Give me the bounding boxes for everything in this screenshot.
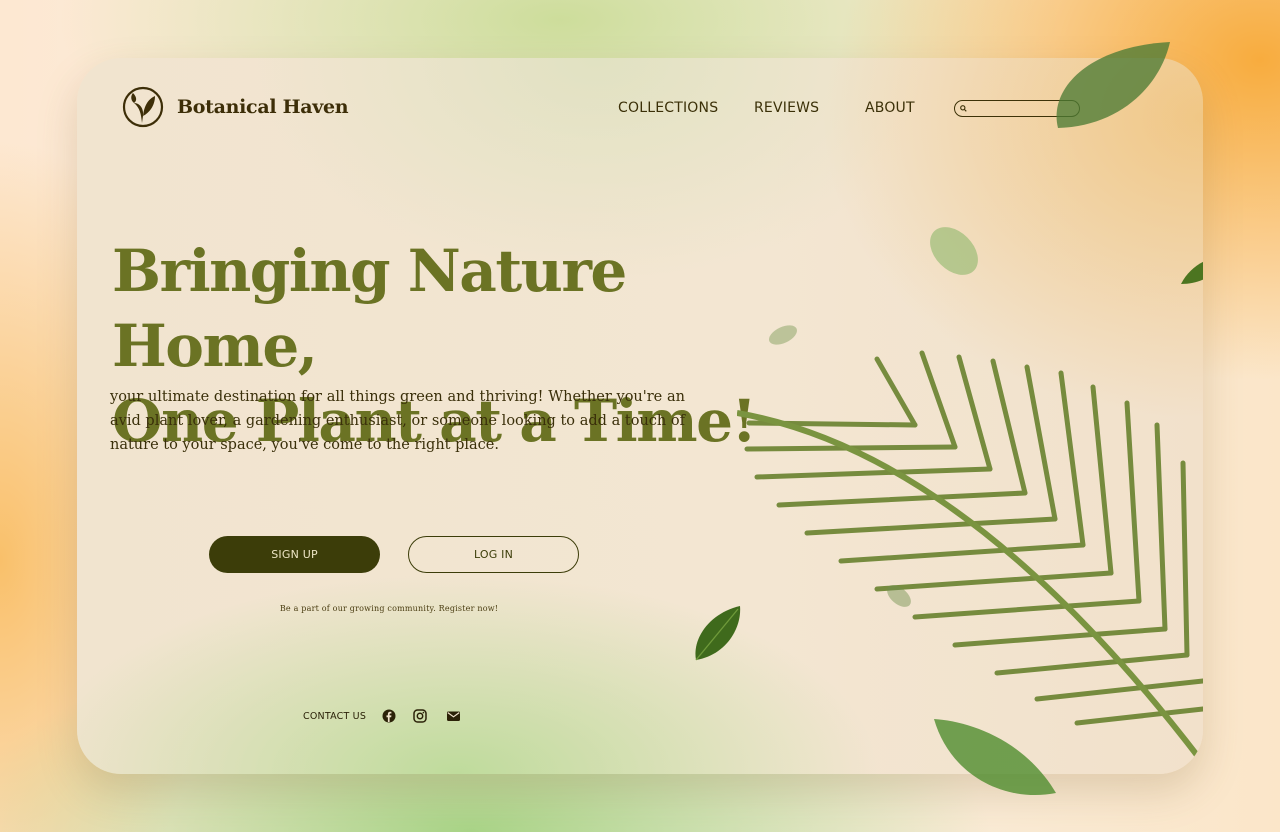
instagram-icon[interactable] xyxy=(413,709,427,723)
logo[interactable]: Botanical Haven xyxy=(122,86,349,128)
hero-description: your ultimate destination for all things… xyxy=(110,389,685,453)
brand-name: Botanical Haven xyxy=(177,96,349,118)
leaf-icon xyxy=(1056,42,1170,128)
leaf-icon xyxy=(768,325,798,345)
leaf-icon xyxy=(930,227,978,275)
register-note: Be a part of our growing community. Regi… xyxy=(279,604,499,613)
signup-button[interactable]: SIGN UP xyxy=(209,536,380,573)
login-button[interactable]: LOG IN xyxy=(408,536,579,573)
nav-reviews[interactable]: REVIEWS xyxy=(754,100,819,116)
palm-leaf-illustration xyxy=(737,350,1203,765)
hero-title-line1: Bringing Nature Home, xyxy=(112,237,627,380)
facebook-icon[interactable] xyxy=(382,709,396,723)
search-icon xyxy=(960,105,967,112)
nav-collections[interactable]: COLLECTIONS xyxy=(618,100,718,116)
mail-icon[interactable] xyxy=(446,709,461,723)
landing-card: Botanical Haven COLLECTIONS REVIEWS ABOU… xyxy=(77,58,1203,774)
leaf-icon xyxy=(1181,261,1203,284)
leaf-icon xyxy=(934,719,1056,795)
leaf-sprout-icon xyxy=(122,86,164,128)
contact-us-label[interactable]: CONTACT US xyxy=(303,711,366,722)
leaf-icon xyxy=(887,585,911,607)
nav-about[interactable]: ABOUT xyxy=(865,100,915,116)
leaf-icon xyxy=(695,606,741,661)
